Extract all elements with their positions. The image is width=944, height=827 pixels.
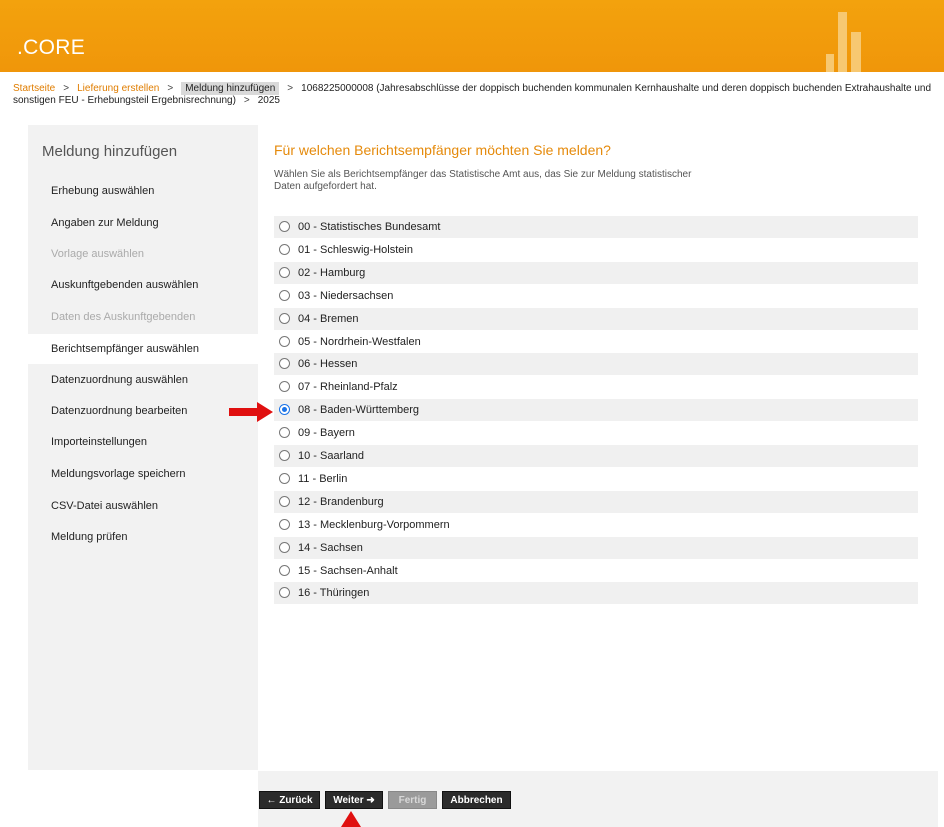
radio-button[interactable]	[279, 289, 290, 301]
sidebar-item-erhebung[interactable]: Erhebung auswählen	[28, 176, 257, 206]
recipient-option-label: 05 - Nordrhein-Westfalen	[298, 335, 421, 348]
recipient-option[interactable]: 02 - Hamburg	[274, 261, 918, 284]
recipient-option-label: 07 - Rheinland-Pfalz	[298, 381, 398, 394]
breadcrumb-separator: >	[167, 83, 174, 94]
recipient-option-label: 03 - Niedersachsen	[298, 289, 394, 302]
recipient-option[interactable]: 06 - Hessen	[274, 353, 918, 376]
back-button[interactable]: ← Zurück	[259, 791, 320, 809]
recipient-option-label: 14 - Sachsen	[298, 541, 363, 554]
page-description: Wählen Sie als Berichtsempfänger das Sta…	[274, 169, 692, 192]
radio-button[interactable]	[279, 564, 290, 576]
recipient-option-label: 15 - Sachsen-Anhalt	[298, 564, 398, 577]
breadcrumb-year: 2025	[257, 95, 280, 106]
sidebar-item-berichtsempfaenger[interactable]: Berichtsempfänger auswählen	[28, 334, 260, 364]
app-header: .CORE	[0, 0, 944, 72]
sidebar-title: Meldung hinzufügen	[42, 143, 178, 160]
recipient-option[interactable]: 10 - Saarland	[274, 445, 918, 467]
finish-button: Fertig	[388, 791, 437, 809]
recipient-option-label: 01 - Schleswig-Holstein	[298, 243, 413, 256]
radio-button[interactable]	[279, 495, 290, 507]
recipient-option[interactable]: 07 - Rheinland-Pfalz	[274, 376, 918, 398]
breadcrumb-lieferung[interactable]: Lieferung erstellen	[77, 83, 159, 94]
radio-button[interactable]	[279, 587, 290, 599]
recipient-option-label: 11 - Berlin	[298, 472, 348, 485]
radio-button[interactable]	[279, 312, 290, 324]
sidebar-item-csv-datei[interactable]: CSV-Datei auswählen	[28, 491, 257, 521]
breadcrumb: Startseite > Lieferung erstellen > Meldung h…	[13, 82, 933, 107]
recipient-option[interactable]: 13 - Mecklenburg-Vorpommern	[274, 514, 918, 536]
annotation-arrow-right-icon	[229, 402, 273, 422]
radio-button[interactable]	[279, 243, 290, 255]
recipient-option-label: 16 - Thüringen	[298, 587, 370, 600]
main-content: Für welchen Berichtsempfänger möchten Si…	[258, 125, 938, 770]
radio-button[interactable]	[279, 266, 290, 278]
cancel-button[interactable]: Abbrechen	[442, 791, 511, 809]
sidebar-item-datenzuordnung-bearbeiten[interactable]: Datenzuordnung bearbeiten	[28, 396, 257, 426]
sidebar-item-auskunftgebender[interactable]: Auskunftgebenden auswählen	[28, 270, 257, 300]
recipient-option-label: 08 - Baden-Württemberg	[298, 404, 420, 417]
recipient-option-label: 04 - Bremen	[298, 312, 359, 325]
recipient-option[interactable]: 14 - Sachsen	[274, 536, 918, 559]
recipient-option[interactable]: 04 - Bremen	[274, 307, 918, 330]
recipient-option-label: 00 - Statistisches Bundesamt	[298, 221, 441, 233]
radio-button[interactable]	[279, 518, 290, 530]
recipient-option-label: 09 - Bayern	[298, 427, 355, 440]
recipient-option[interactable]: 12 - Brandenburg	[274, 490, 918, 513]
radio-selected[interactable]	[279, 404, 290, 416]
radio-button[interactable]	[279, 381, 290, 393]
next-button[interactable]: Weiter ➜	[325, 791, 383, 809]
recipient-option[interactable]: 03 - Niedersachsen	[274, 285, 918, 307]
radio-button[interactable]	[279, 335, 290, 347]
radio-button[interactable]	[279, 358, 290, 370]
recipient-option[interactable]: 11 - Berlin	[274, 468, 918, 490]
breadcrumb-separator: >	[287, 83, 294, 94]
annotation-arrow-up-icon	[341, 811, 361, 827]
radio-button[interactable]	[279, 472, 290, 484]
app-logo: .CORE	[17, 36, 86, 59]
recipient-option[interactable]: 00 - Statistisches Bundesamt	[274, 216, 918, 238]
recipient-option-label: 12 - Brandenburg	[298, 495, 384, 508]
breadcrumb-separator: >	[63, 83, 70, 94]
sidebar-item-meldungsvorlage[interactable]: Meldungsvorlage speichern	[28, 459, 257, 489]
recipient-option[interactable]: 09 - Bayern	[274, 422, 918, 444]
recipient-option-label: 02 - Hamburg	[298, 266, 366, 279]
recipient-option-label: 13 - Mecklenburg-Vorpommern	[298, 518, 450, 531]
sidebar-item-datenzuordnung-auswaehlen[interactable]: Datenzuordnung auswählen	[28, 365, 257, 395]
sidebar-item-importeinstellungen[interactable]: Importeinstellungen	[28, 427, 257, 457]
sidebar-item-daten-auskunftgebender: Daten des Auskunftgebenden	[51, 311, 196, 323]
sidebar-item-meldung-pruefen[interactable]: Meldung prüfen	[28, 522, 257, 552]
radio-button[interactable]	[279, 221, 290, 232]
recipient-option[interactable]: 16 - Thüringen	[274, 582, 918, 605]
radio-button[interactable]	[279, 450, 290, 461]
breadcrumb-startseite[interactable]: Startseite	[13, 83, 55, 94]
sidebar-item-angaben[interactable]: Angaben zur Meldung	[28, 208, 257, 238]
recipient-option-label: 06 - Hessen	[298, 358, 358, 371]
logo-bars-icon	[826, 12, 870, 72]
recipient-option[interactable]: 05 - Nordrhein-Westfalen	[274, 331, 918, 353]
recipient-option[interactable]: 08 - Baden-Württemberg	[274, 399, 918, 422]
page-title: Für welchen Berichtsempfänger möchten Si…	[274, 142, 611, 158]
breadcrumb-separator: >	[243, 95, 250, 106]
recipient-option[interactable]: 01 - Schleswig-Holstein	[274, 239, 918, 261]
sidebar-item-vorlage: Vorlage auswählen	[51, 248, 144, 260]
recipient-option[interactable]: 15 - Sachsen-Anhalt	[274, 560, 918, 582]
radio-button[interactable]	[279, 427, 290, 439]
radio-button[interactable]	[279, 541, 290, 553]
recipient-option-label: 10 - Saarland	[298, 450, 365, 462]
breadcrumb-current: Meldung hinzufügen	[181, 82, 280, 95]
